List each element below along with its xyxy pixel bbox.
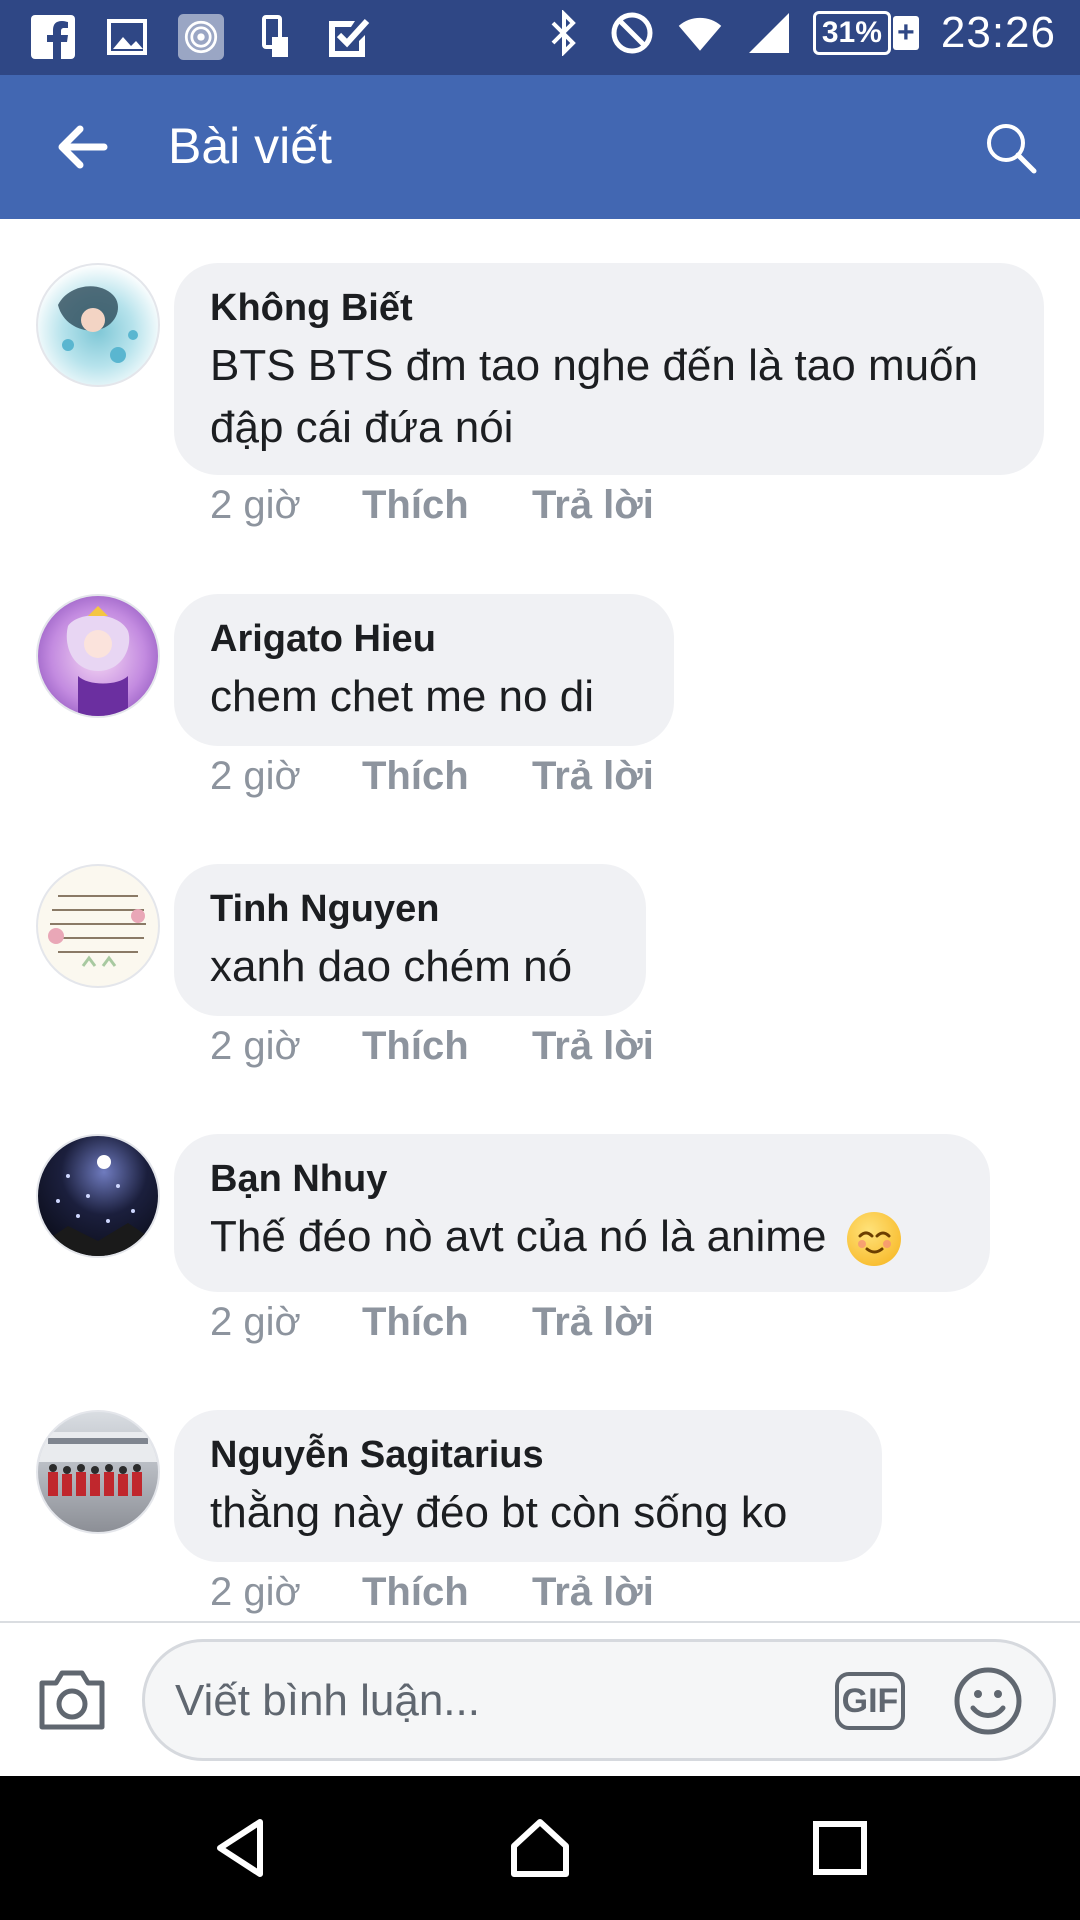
comment-author[interactable]: Không Biết [210, 285, 1008, 331]
comment-author[interactable]: Arigato Hieu [210, 616, 638, 662]
comment-time: 2 giờ [210, 754, 301, 798]
do-not-disturb-icon [609, 8, 655, 58]
avatar[interactable] [36, 594, 160, 718]
comment-text: xanh dao chém nó [210, 942, 573, 991]
gif-button[interactable]: GIF [835, 1672, 905, 1730]
comments-list: Không Biết BTS BTS đm tao nghe đến là ta… [0, 219, 1080, 1621]
smiley-icon[interactable] [953, 1666, 1023, 1736]
status-right-icons: 31% + 23:26 [541, 8, 1056, 58]
comment-text: thằng này đéo bt còn sống ko [210, 1488, 788, 1537]
comment-bubble: Arigato Hieu chem chet me no di [174, 594, 674, 746]
comment-actions: 2 giờ Thích Trả lời [210, 1570, 654, 1615]
system-nav-bar [0, 1776, 1080, 1920]
comment-author[interactable]: Tinh Nguyen [210, 886, 610, 932]
comment-text: Thế đéo nò avt của nó là anime [210, 1206, 954, 1268]
status-left-icons [30, 12, 372, 62]
bluetooth-icon [541, 8, 587, 58]
reply-button[interactable]: Trả lời [532, 1024, 654, 1069]
circle-app-icon [178, 12, 224, 62]
avatar[interactable] [36, 263, 160, 387]
reply-button[interactable]: Trả lời [532, 483, 654, 528]
comment-text: chem chet me no di [210, 672, 594, 721]
comment-time: 2 giờ [210, 1024, 301, 1068]
comment-author[interactable]: Nguyễn Sagitarius [210, 1432, 846, 1478]
avatar[interactable] [36, 1134, 160, 1258]
search-icon[interactable] [982, 119, 1038, 175]
recents-icon[interactable] [808, 1816, 872, 1880]
like-button[interactable]: Thích [362, 483, 532, 528]
home-icon[interactable] [508, 1816, 572, 1880]
comment-input[interactable]: Viết bình luận... GIF [142, 1639, 1056, 1761]
status-bar: 31% + 23:26 [0, 0, 1080, 75]
clock: 23:26 [940, 8, 1056, 57]
app-header: Bài viết [0, 75, 1080, 219]
wifi-icon [677, 8, 723, 58]
avatar[interactable] [36, 1410, 160, 1534]
back-arrow-icon[interactable] [52, 117, 112, 177]
like-button[interactable]: Thích [362, 1024, 532, 1069]
comment-actions: 2 giờ Thích Trả lời [210, 754, 654, 799]
comment-time: 2 giờ [210, 1300, 301, 1344]
comment-input-placeholder: Viết bình luận... [175, 1676, 480, 1725]
back-triangle-icon[interactable] [210, 1816, 274, 1880]
camera-icon[interactable] [36, 1665, 108, 1733]
comment-bubble: Bạn Nhuy Thế đéo nò avt của nó là anime [174, 1134, 990, 1292]
comment-actions: 2 giờ Thích Trả lời [210, 1024, 654, 1069]
gallery-icon [104, 12, 150, 62]
avatar[interactable] [36, 864, 160, 988]
check-icon [326, 12, 372, 62]
comment-bubble: Nguyễn Sagitarius thằng này đéo bt còn s… [174, 1410, 882, 1562]
battery-level: 31% [812, 11, 891, 55]
reply-button[interactable]: Trả lời [532, 1570, 654, 1615]
comment-composer: Viết bình luận... GIF [0, 1621, 1080, 1778]
comment-bubble: Tinh Nguyen xanh dao chém nó [174, 864, 646, 1016]
signal-icon [745, 8, 791, 58]
comment-text: BTS BTS đm tao nghe đến là tao muốn đập … [210, 341, 979, 452]
facebook-icon [30, 12, 76, 62]
comment-actions: 2 giờ Thích Trả lời [210, 1300, 654, 1345]
comment-bubble: Không Biết BTS BTS đm tao nghe đến là ta… [174, 263, 1044, 475]
page-title: Bài viết [168, 118, 332, 174]
comment-time: 2 giờ [210, 483, 301, 527]
like-button[interactable]: Thích [362, 1300, 532, 1345]
comment-actions: 2 giờ Thích Trả lời [210, 483, 654, 528]
battery-indicator: 31% + [812, 11, 919, 55]
reply-button[interactable]: Trả lời [532, 754, 654, 799]
comment-text-content: Thế đéo nò avt của nó là anime [210, 1212, 827, 1261]
like-button[interactable]: Thích [362, 1570, 532, 1615]
charging-icon: + [892, 16, 919, 50]
phone-settings-icon [252, 12, 298, 62]
comment-author[interactable]: Bạn Nhuy [210, 1156, 954, 1202]
reply-button[interactable]: Trả lời [532, 1300, 654, 1345]
like-button[interactable]: Thích [362, 754, 532, 799]
comment-time: 2 giờ [210, 1570, 301, 1614]
relieved-face-emoji [846, 1212, 901, 1267]
